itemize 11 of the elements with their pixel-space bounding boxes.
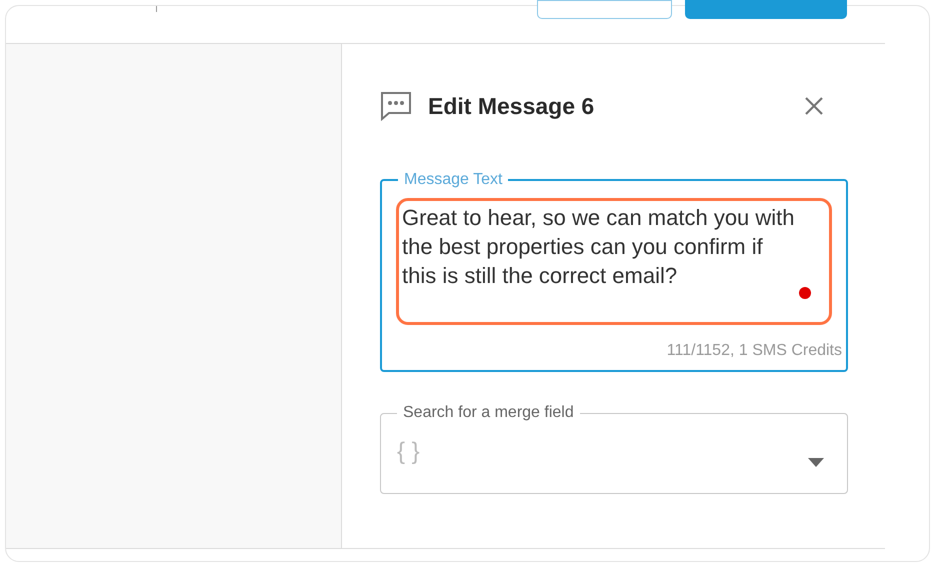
field-label: Search for a merge field	[402, 403, 575, 423]
character-counter: 111/1152, 1 SMS Credits	[666, 341, 842, 361]
field-label: Message Text	[403, 170, 504, 190]
message-text: Great to hear, so we can match you with the best properties can you confirm if this is still the correct email?	[402, 204, 796, 290]
chat-icon	[380, 91, 412, 121]
dropdown-caret-icon[interactable]	[808, 458, 824, 467]
panel-title: Edit Message 6	[428, 92, 594, 121]
text-area[interactable]: Great to hear, so we can match you with the best properties can you confirm if this is still the correct email?	[396, 198, 832, 325]
error-dot-icon	[799, 287, 811, 299]
close-icon[interactable]	[804, 96, 824, 116]
placeholder-text: { }	[397, 437, 420, 467]
